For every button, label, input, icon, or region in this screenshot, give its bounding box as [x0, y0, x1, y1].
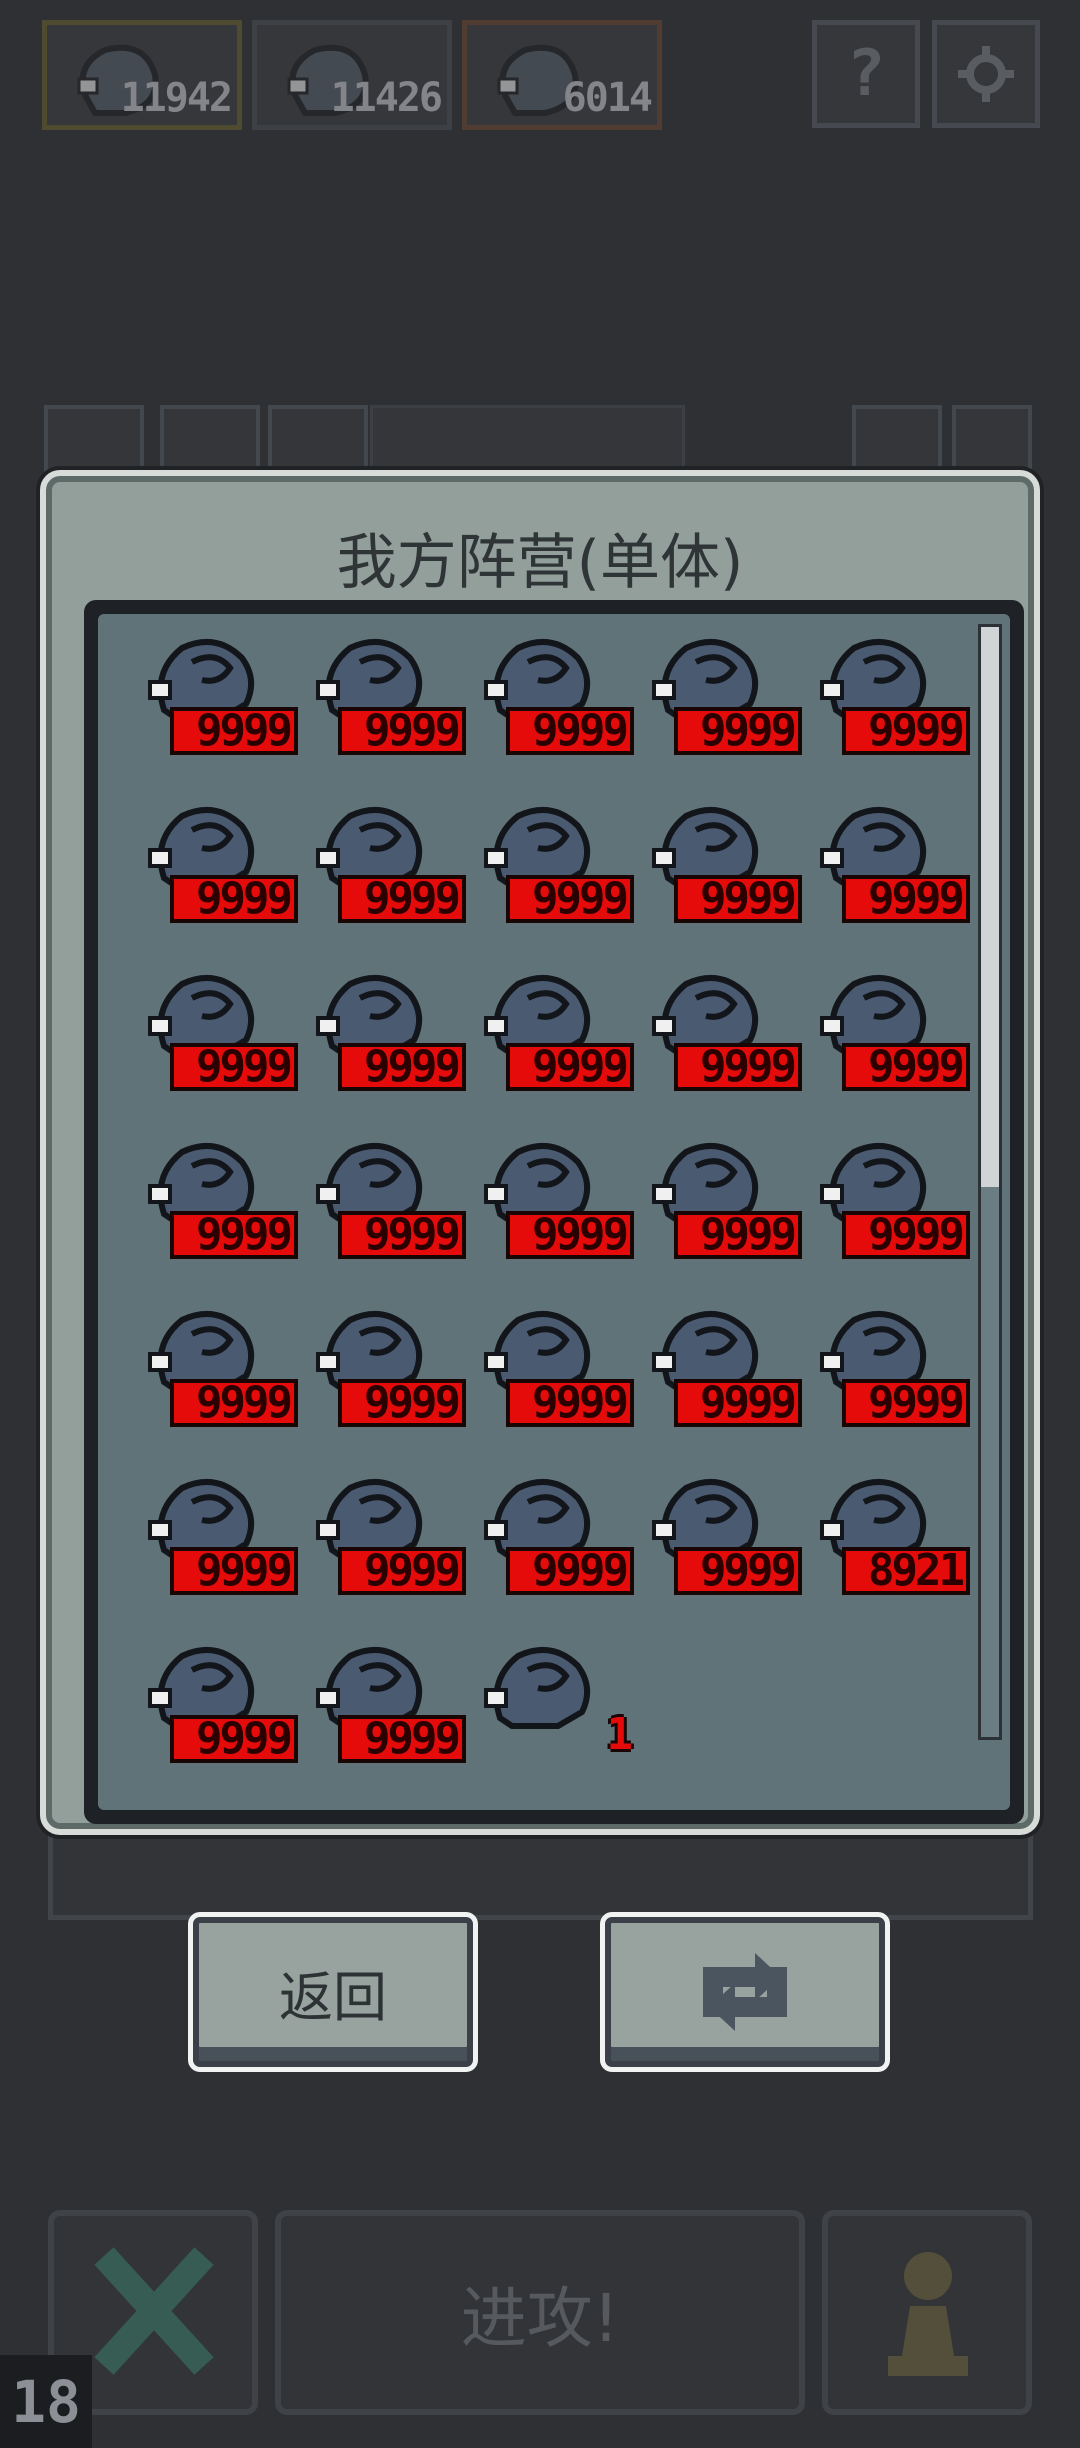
attack-button[interactable]: 进攻!: [275, 2210, 805, 2415]
help-button[interactable]: ?: [812, 20, 920, 128]
unit-cell[interactable]: 9999: [640, 968, 808, 1128]
unit-list-frame: 9999 9999 9999 9999 9999 9999 9999 9999 9999 9999…: [84, 600, 1024, 1824]
unit-hp: 9999: [842, 875, 970, 923]
unit-cell[interactable]: 9999: [808, 968, 976, 1128]
unit-hp: 9999: [506, 1547, 634, 1595]
gear-icon: [958, 46, 1014, 102]
unit-cell[interactable]: 9999: [304, 1472, 472, 1632]
unit-cell[interactable]: 9999: [640, 1472, 808, 1632]
unit-hp: 9999: [506, 707, 634, 755]
unit-cell[interactable]: 9999: [304, 968, 472, 1128]
unit-hp: 9999: [338, 1043, 466, 1091]
scrollbar-thumb[interactable]: [981, 627, 999, 1187]
unit-cell[interactable]: 9999: [472, 632, 640, 792]
unit-hp: 9999: [170, 875, 298, 923]
unit-cell[interactable]: 9999: [304, 1640, 472, 1800]
unit-cell[interactable]: 9999: [640, 1136, 808, 1296]
unit-hp: 9999: [674, 1379, 802, 1427]
unit-cell[interactable]: 1: [472, 1640, 640, 1800]
unit-hp: 9999: [338, 1715, 466, 1763]
unit-hp: 9999: [170, 1379, 298, 1427]
unit-hp: 9999: [170, 1043, 298, 1091]
unit-cell[interactable]: 9999: [136, 1472, 304, 1632]
refresh-icon: [703, 1953, 787, 2031]
unit-hp: 9999: [338, 707, 466, 755]
unit-hp: 9999: [170, 1547, 298, 1595]
unit-cell[interactable]: 9999: [304, 1304, 472, 1464]
camp-dialog: 我方阵营(单体) 9999 9999 9999 9999 9999 9999 9999 999…: [40, 470, 1040, 1835]
unit-cell[interactable]: 9999: [304, 800, 472, 960]
unit-hp: 9999: [674, 707, 802, 755]
unit-cell[interactable]: 9999: [472, 800, 640, 960]
unit-cell[interactable]: 9999: [472, 1136, 640, 1296]
settings-button[interactable]: [932, 20, 1040, 128]
unit-cell[interactable]: 9999: [136, 1640, 304, 1800]
refresh-button[interactable]: [600, 1912, 890, 2072]
scrollbar[interactable]: [978, 624, 1002, 1740]
resource-slot-3: 6014: [462, 20, 662, 130]
pawn-icon: [888, 2252, 968, 2376]
back-button-label: 返回: [279, 1965, 387, 2029]
unit-cell[interactable]: 9999: [640, 1304, 808, 1464]
unit-hp: 9999: [842, 1379, 970, 1427]
unit-cell[interactable]: 9999: [808, 1304, 976, 1464]
unit-cell[interactable]: 9999: [472, 1472, 640, 1632]
unit-hp: 9999: [338, 1211, 466, 1259]
unit-cell[interactable]: 9999: [472, 1304, 640, 1464]
unit-cell[interactable]: 8921: [808, 1472, 976, 1632]
level-badge: 18: [0, 2355, 92, 2448]
unit-hp: 9999: [842, 1043, 970, 1091]
unit-cell[interactable]: 9999: [136, 1136, 304, 1296]
dialog-title: 我方阵营(单体): [336, 528, 744, 598]
unit-hp: 9999: [842, 1211, 970, 1259]
unit-hp: 9999: [170, 1211, 298, 1259]
unit-cell[interactable]: 9999: [136, 632, 304, 792]
unit-list[interactable]: 9999 9999 9999 9999 9999 9999 9999 9999 9999 9999…: [98, 614, 1010, 1810]
unit-hp: 9999: [842, 707, 970, 755]
unit-hp: 9999: [170, 707, 298, 755]
resource-count: 11942: [120, 75, 233, 121]
help-icon: ?: [846, 37, 886, 111]
resource-slot-2: 11426: [252, 20, 452, 130]
unit-cell[interactable]: 9999: [304, 1136, 472, 1296]
unit-cell[interactable]: 9999: [136, 968, 304, 1128]
unit-hp: 9999: [506, 1211, 634, 1259]
unit-hp: 9999: [338, 875, 466, 923]
unit-hp: 9999: [506, 1379, 634, 1427]
unit-hp: 9999: [674, 1211, 802, 1259]
unit-cell[interactable]: 9999: [304, 632, 472, 792]
unit-hp: 9999: [338, 1547, 466, 1595]
unit-hp: 9999: [506, 1043, 634, 1091]
unit-cell[interactable]: 9999: [472, 968, 640, 1128]
unit-cell[interactable]: 9999: [136, 1304, 304, 1464]
resource-count: 11426: [330, 75, 443, 121]
unit-cell[interactable]: 9999: [808, 800, 976, 960]
unit-cell[interactable]: 9999: [808, 632, 976, 792]
unit-hp: 9999: [674, 875, 802, 923]
resource-slot-1: 11942: [42, 20, 242, 130]
unit-cell[interactable]: 9999: [136, 800, 304, 960]
bg-bar: [370, 405, 685, 475]
unit-cell[interactable]: 9999: [640, 632, 808, 792]
resource-count: 6014: [562, 75, 653, 121]
unit-hp: 9999: [338, 1379, 466, 1427]
attack-label: 进攻!: [460, 2279, 620, 2357]
unit-hp: 9999: [506, 875, 634, 923]
unit-hp: 9999: [674, 1043, 802, 1091]
unit-hp: 9999: [170, 1715, 298, 1763]
unit-cell[interactable]: 9999: [808, 1136, 976, 1296]
unit-cell[interactable]: 9999: [640, 800, 808, 960]
unit-hp: 9999: [674, 1547, 802, 1595]
unit-hp: 1: [606, 1709, 634, 1760]
pawn-button[interactable]: [822, 2210, 1032, 2415]
unit-hp: 8921: [842, 1547, 970, 1595]
back-button[interactable]: 返回: [188, 1912, 478, 2072]
